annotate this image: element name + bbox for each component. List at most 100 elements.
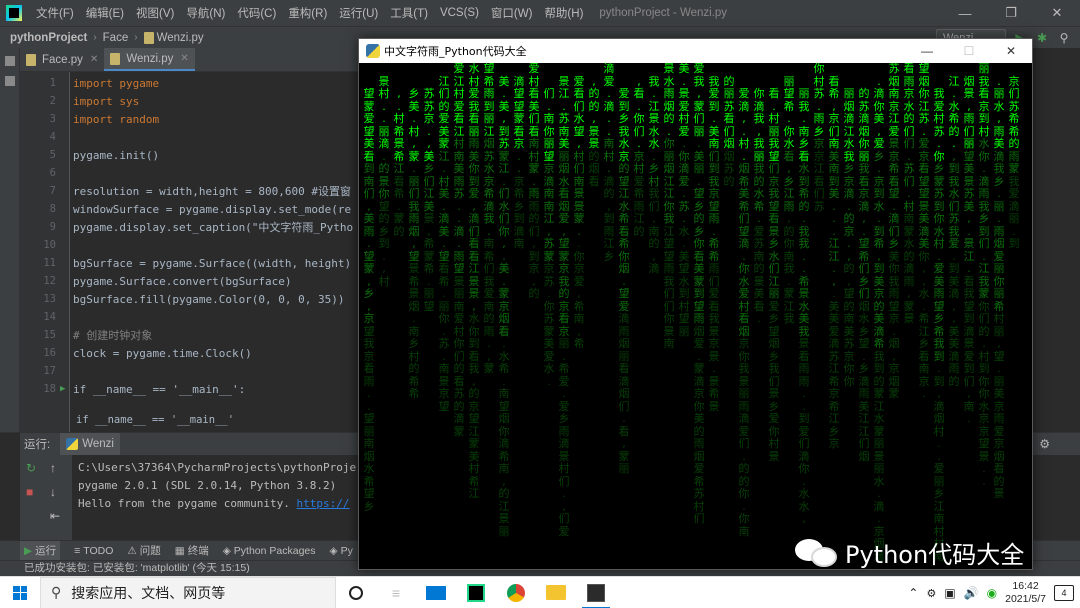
menu-run[interactable]: 运行(U) [333,5,384,21]
tool-label: TODO [83,544,114,557]
rain-glyph: . [457,212,461,225]
taskbar-app-widgets[interactable]: ≡ [376,577,416,608]
taskbar-search[interactable]: ⚲ 搜索应用、文档、网页等 [40,576,336,608]
tool-todo[interactable]: ≡ TODO [74,545,113,557]
volume-icon[interactable]: 🔊 [964,586,979,600]
console-output[interactable]: C:\Users\37364\PycharmProjects\pythonPro… [72,455,372,541]
arrow-down-icon[interactable]: ↓ [50,485,56,499]
rain-glyph: 望 [423,299,435,313]
network-icon[interactable]: ▣ [944,586,955,600]
arrow-up-icon[interactable]: ↑ [50,461,56,475]
rain-glyph: 苏 [813,87,825,100]
task-view-button[interactable] [336,577,376,608]
rain-glyph: 们 [978,312,990,325]
menu-edit[interactable]: 编辑(E) [80,5,130,21]
rain-glyph: 们 [408,187,420,200]
menu-vcs[interactable]: VCS(S) [434,7,485,19]
chevron-right-icon: › [93,32,97,43]
rain-glyph: 南 [513,237,525,250]
rain-glyph: 美 [438,187,450,200]
tool-terminal[interactable]: ▦ 终端 [175,543,209,558]
rain-glyph: 到 [603,212,615,225]
taskbar-app-python[interactable] [576,577,616,608]
rain-glyph: 京 [738,337,750,350]
rain-column: ,看.你们.京村爱希雨江的 [632,63,646,238]
code-line: 14 [20,308,360,326]
start-button[interactable] [0,577,40,608]
run-tab[interactable]: Wenzi [60,433,120,455]
breadcrumb-project[interactable]: pythonProject [10,32,87,44]
rain-glyph: 希 [708,237,720,250]
rain-glyph: 水 [483,162,495,175]
structure-tool-icon[interactable] [5,76,15,86]
close-icon[interactable]: ✕ [90,54,98,65]
wrap-icon[interactable]: ⇤ [50,509,60,523]
rain-glyph: 乡 [888,237,900,250]
rain-glyph: 望 [843,287,855,300]
notification-center-icon[interactable]: 4 [1054,585,1074,601]
ime-icon[interactable]: ◉ [987,586,997,600]
breadcrumb-file[interactable]: Wenzi.py [157,32,204,44]
rain-glyph: 的 [753,262,765,275]
rain-glyph: 看 [738,312,750,325]
rain-glyph: . [607,162,611,175]
rain-glyph: 苏 [933,187,945,200]
stop-icon[interactable]: ■ [26,485,33,499]
tool-run[interactable]: ▶ 运行 [20,540,61,561]
taskbar-app-explorer[interactable] [536,577,576,608]
chevron-up-icon[interactable]: ⌃ [908,586,918,600]
list-icon: ≡ [74,544,81,557]
rain-glyph: . [757,312,761,325]
menu-navigate[interactable]: 导航(N) [180,5,231,21]
minimize-icon[interactable]: — [942,0,988,26]
rain-glyph: 看 [573,87,585,100]
gear-icon[interactable]: ⚙ [1039,437,1050,451]
rain-glyph: . [562,387,566,400]
taskbar-clock[interactable]: 16:42 2021/5/7 [1005,580,1046,606]
rain-glyph: 们 [738,212,750,225]
rain-glyph: 滴 [873,87,885,100]
menu-file[interactable]: 文件(F) [30,5,80,21]
tool-problems[interactable]: ⚠ 问题 [127,543,160,558]
menu-view[interactable]: 视图(V) [130,5,180,21]
tool-python-console[interactable]: ◈ Py [330,545,353,557]
restore-icon[interactable]: ❐ [988,0,1034,26]
rain-glyph: 们 [1008,87,1020,100]
console-link[interactable]: https:// [297,497,350,510]
search-icon[interactable]: ⚲ [1056,30,1072,46]
pygame-titlebar[interactable]: 中文字符雨_Python代码大全 — ☐ ✕ [359,39,1032,63]
rain-glyph: 的 [948,374,960,388]
debug-icon[interactable]: ✱ [1034,30,1050,46]
close-icon[interactable]: ✕ [180,53,188,64]
app-tray-icon[interactable]: ⚙ [926,587,936,600]
menu-tools[interactable]: 工具(T) [384,5,434,21]
breadcrumb-folder[interactable]: Face [103,32,129,44]
rain-glyph: 京 [888,362,900,375]
rain-glyph: . [577,237,581,250]
tool-python-packages[interactable]: ◈ Python Packages [223,545,316,557]
code-editor[interactable]: 1 import pygame 2 import sys 3 import rando… [20,72,360,432]
rain-glyph: 到 [963,312,975,325]
rerun-icon[interactable]: ↻ [26,461,36,475]
character-rain-canvas[interactable]: 望蒙爱望美看到南们,美雨.望蒙,乡,京望我京看雨..望丽南烟水希望乡 景村..丽… [359,63,1032,569]
menu-code[interactable]: 代码(C) [231,5,282,21]
tab-wenzi-py[interactable]: Wenzi.py ✕ [104,48,195,71]
pygame-window[interactable]: 中文字符雨_Python代码大全 — ☐ ✕ 望蒙爱望美看到南们,美雨.望蒙,乡… [358,38,1033,570]
close-icon[interactable]: ✕ [990,39,1032,63]
tab-face-py[interactable]: Face.py ✕ [20,48,104,71]
menu-window[interactable]: 窗口(W) [485,5,539,21]
taskbar-app-chrome[interactable] [496,577,536,608]
rain-glyph: 滴 [558,437,570,450]
run-gutter-icon[interactable]: ▶ [60,384,65,394]
rain-glyph: . [607,112,611,125]
menu-help[interactable]: 帮助(H) [538,5,589,21]
rain-glyph: 望 [678,312,690,325]
rain-glyph: . [412,312,416,325]
project-tool-icon[interactable] [5,56,15,66]
close-icon[interactable]: ✕ [1034,0,1080,26]
minimize-icon[interactable]: — [906,39,948,63]
taskbar-app-pycharm[interactable] [456,577,496,608]
menu-refactor[interactable]: 重构(R) [282,5,333,21]
taskbar-app-mail[interactable] [416,577,456,608]
rain-glyph: . [367,387,371,400]
